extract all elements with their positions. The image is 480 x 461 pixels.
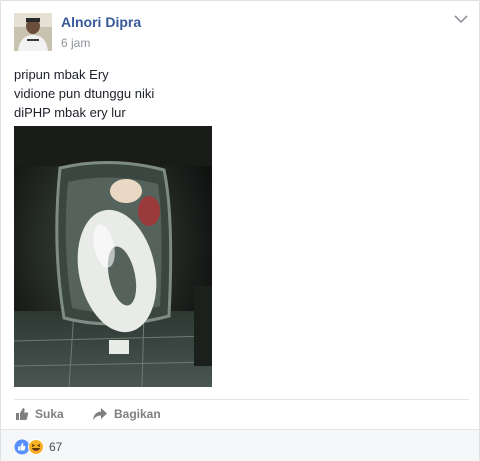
reaction-count[interactable]: 67 <box>49 440 62 454</box>
post-text-line: diPHP mbak ery lur <box>14 105 126 120</box>
avatar[interactable] <box>14 13 52 51</box>
chevron-down-icon[interactable] <box>453 13 469 25</box>
share-label: Bagikan <box>114 407 161 421</box>
like-label: Suka <box>35 407 64 421</box>
post-text-line: vidione pun dtunggu niki <box>14 86 155 101</box>
thumbs-up-icon <box>16 408 29 420</box>
post-text-line: pripun mbak Ery <box>14 67 109 82</box>
actions-divider-top <box>14 399 469 400</box>
share-button[interactable]: Bagikan <box>92 405 161 423</box>
post-card: Alnori Dipra 6 jam pripun mbak Ery vidio… <box>0 0 480 461</box>
post-text: pripun mbak Ery vidione pun dtunggu niki… <box>14 65 154 122</box>
haha-icon <box>28 439 44 455</box>
reactions-bar: 67 <box>1 429 479 461</box>
profile-photo <box>14 13 52 51</box>
share-arrow-icon <box>93 408 107 420</box>
like-icon <box>14 439 30 455</box>
soap-dish-photo <box>14 126 212 387</box>
post-photo[interactable] <box>14 126 212 387</box>
like-button[interactable]: Suka <box>15 405 64 423</box>
author-name[interactable]: Alnori Dipra <box>61 14 141 30</box>
post-timestamp[interactable]: 6 jam <box>61 36 90 50</box>
reaction-icons[interactable] <box>14 439 46 455</box>
